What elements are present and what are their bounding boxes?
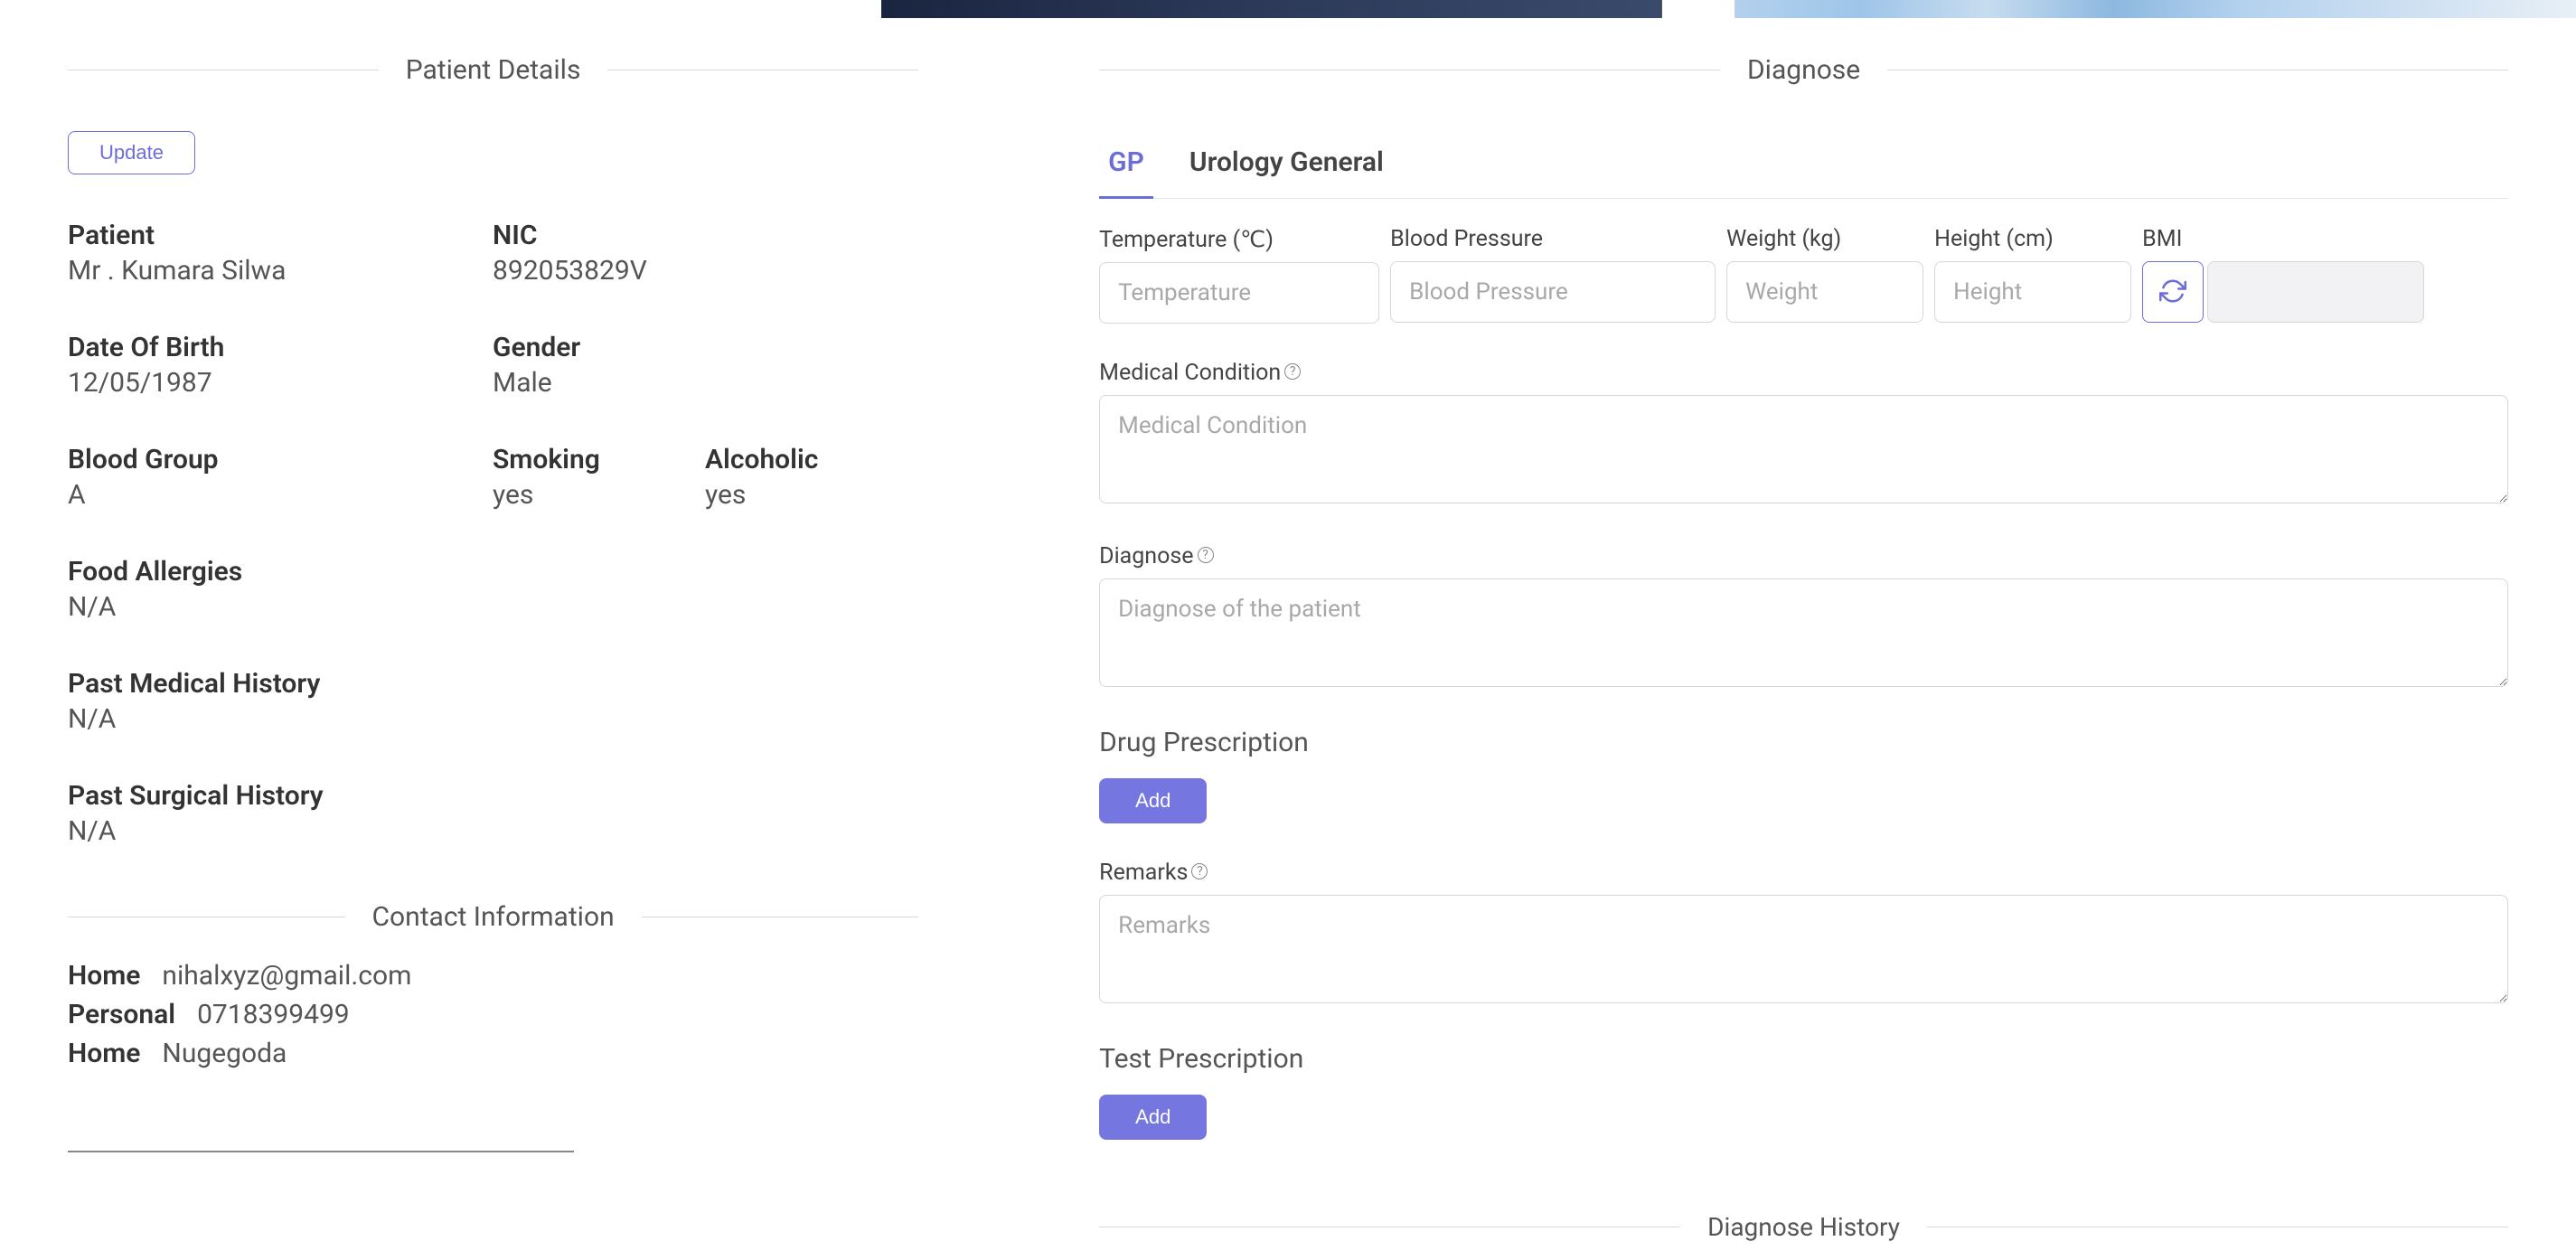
contact-label: Home (68, 1038, 140, 1069)
contact-value: 0718399499 (197, 999, 350, 1030)
gender-label: Gender (493, 332, 917, 363)
contact-row: Home Nugegoda (68, 1038, 918, 1069)
vitals-row: Temperature (℃) Blood Pressure Weight (k… (1099, 226, 2508, 324)
contact-label: Home (68, 960, 140, 992)
height-label: Height (cm) (1934, 226, 2131, 252)
patient-details-divider: Patient Details (68, 54, 918, 86)
pmh-label: Past Medical History (68, 668, 918, 700)
tab-gp[interactable]: GP (1099, 132, 1153, 199)
diagnose-panel: Diagnose GP Urology General Temperature … (1099, 45, 2508, 1260)
dob-value: 12/05/1987 (68, 367, 493, 399)
update-button[interactable]: Update (68, 131, 195, 174)
refresh-icon (2159, 277, 2186, 307)
diagnose-field-label: Diagnose? (1099, 543, 2508, 569)
medical-condition-input[interactable] (1099, 395, 2508, 503)
drug-prescription-heading: Drug Prescription (1099, 727, 2508, 758)
diagnose-history-divider: Diagnose History (1099, 1212, 2508, 1242)
smoking-label: Smoking (493, 444, 705, 475)
dob-label: Date Of Birth (68, 332, 493, 363)
diagnose-history-title: Diagnose History (1680, 1212, 1927, 1242)
psh-label: Past Surgical History (68, 780, 918, 812)
smoking-value: yes (493, 479, 705, 511)
alcoholic-value: yes (705, 479, 917, 511)
bottom-separator (68, 1151, 574, 1152)
bmi-output (2207, 261, 2424, 323)
weight-input[interactable] (1726, 261, 1923, 323)
contact-value: nihalxyz@gmail.com (162, 960, 411, 992)
diagnose-divider: Diagnose (1099, 54, 2508, 86)
medical-condition-label: Medical Condition? (1099, 360, 2508, 386)
remarks-input[interactable] (1099, 895, 2508, 1003)
psh-value: N/A (68, 815, 918, 847)
patient-label: Patient (68, 220, 493, 251)
height-input[interactable] (1934, 261, 2131, 323)
contact-info-divider: Contact Information (68, 901, 918, 933)
help-icon[interactable]: ? (1284, 363, 1301, 380)
weight-label: Weight (kg) (1726, 226, 1923, 252)
contact-value: Nugegoda (162, 1038, 287, 1069)
temperature-label: Temperature (℃) (1099, 226, 1379, 253)
allergies-value: N/A (68, 591, 493, 623)
diagnose-tabs: GP Urology General (1099, 131, 2508, 199)
diagnose-input[interactable] (1099, 578, 2508, 687)
allergies-label: Food Allergies (68, 556, 493, 588)
bmi-label: BMI (2142, 226, 2508, 252)
banner-image-right (1735, 0, 2576, 18)
diagnose-title: Diagnose (1720, 54, 1887, 86)
bp-label: Blood Pressure (1390, 226, 1716, 252)
alcoholic-label: Alcoholic (705, 444, 917, 475)
pmh-value: N/A (68, 703, 918, 735)
gender-value: Male (493, 367, 917, 399)
nic-value: 892053829V (493, 255, 917, 287)
contact-row: Home nihalxyz@gmail.com (68, 960, 918, 992)
add-test-button[interactable]: Add (1099, 1095, 1207, 1140)
contact-info-title: Contact Information (345, 901, 642, 933)
help-icon[interactable]: ? (1191, 863, 1208, 879)
bp-input[interactable] (1390, 261, 1716, 323)
contact-label: Personal (68, 999, 175, 1030)
contact-row: Personal 0718399499 (68, 999, 918, 1030)
temperature-input[interactable] (1099, 262, 1379, 324)
tab-urology-general[interactable]: Urology General (1180, 132, 1393, 199)
blood-group-label: Blood Group (68, 444, 493, 475)
add-drug-button[interactable]: Add (1099, 778, 1207, 823)
test-prescription-heading: Test Prescription (1099, 1043, 2508, 1075)
blood-group-value: A (68, 479, 493, 511)
patient-details-title: Patient Details (379, 54, 608, 86)
bmi-refresh-button[interactable] (2142, 261, 2204, 323)
help-icon[interactable]: ? (1198, 547, 1214, 563)
nic-label: NIC (493, 220, 917, 251)
patient-value: Mr . Kumara Silwa (68, 255, 493, 287)
top-banner (0, 0, 2576, 18)
banner-image-left (881, 0, 1662, 18)
patient-details-panel: Patient Details Update Patient Mr . Kuma… (68, 45, 918, 1260)
remarks-label: Remarks? (1099, 860, 2508, 886)
